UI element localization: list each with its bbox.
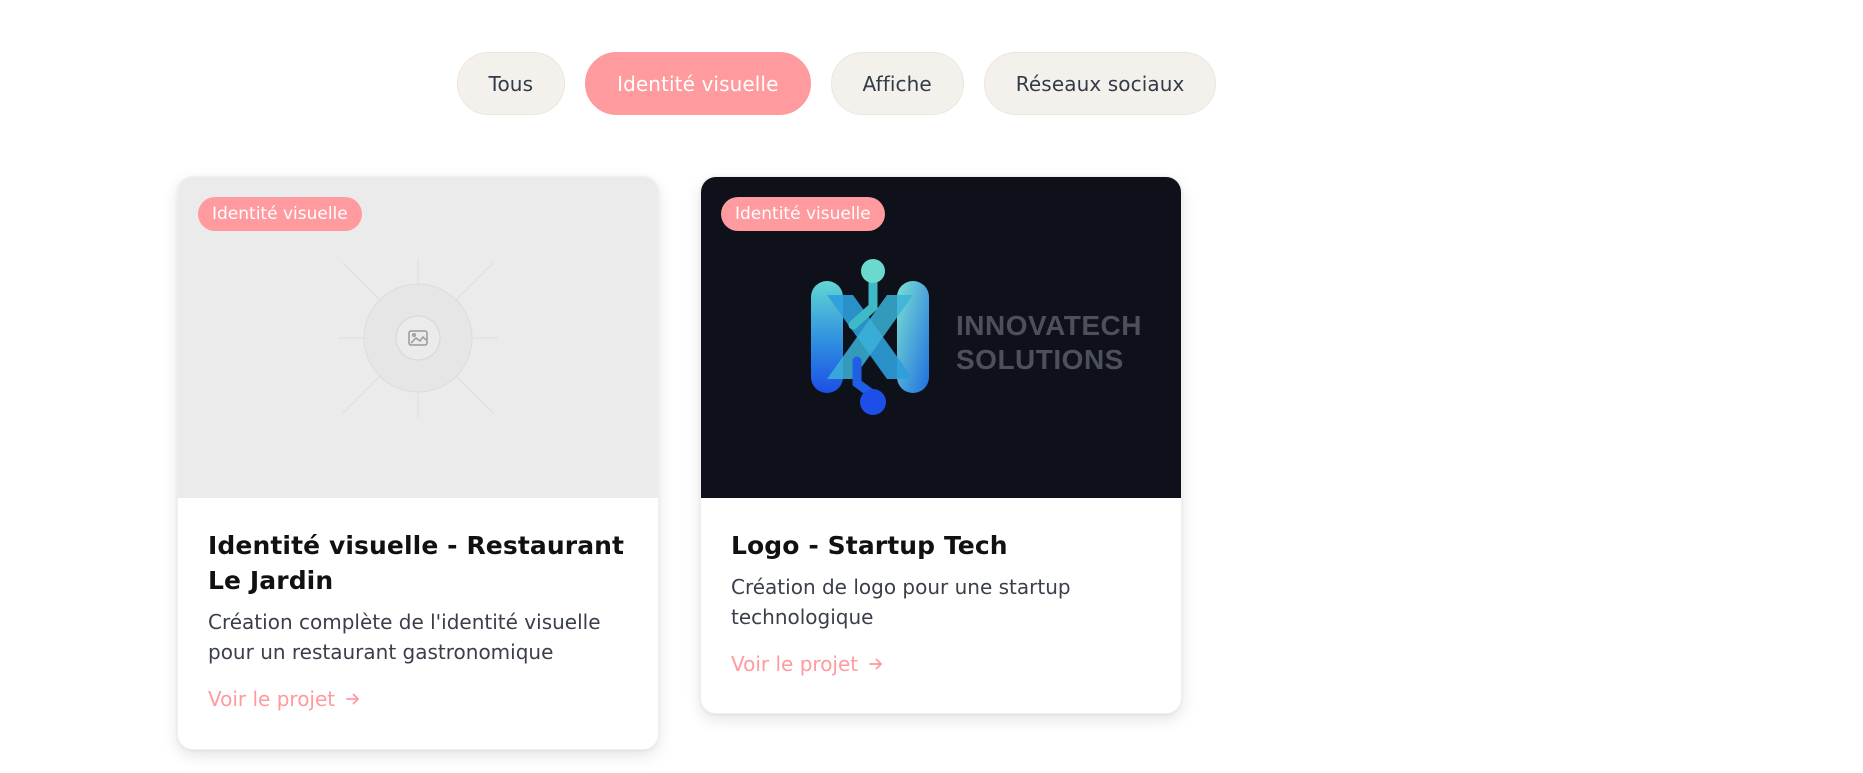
card-body: Identité visuelle - Restaurant Le Jardin…: [178, 498, 658, 711]
project-description: Création complète de l'identité visuelle…: [208, 610, 601, 664]
category-badge: Identité visuelle: [198, 197, 362, 231]
view-project-link[interactable]: Voir le projet: [731, 652, 884, 676]
brand-wordmark: INNOVATECH SOLUTIONS: [956, 309, 1142, 377]
card-body: Logo - Startup Tech Création de logo pou…: [701, 498, 1181, 676]
filter-reseaux-sociaux[interactable]: Réseaux sociaux: [983, 52, 1217, 115]
project-description: Création de logo pour une startup techno…: [731, 575, 1071, 629]
filter-identite-visuelle[interactable]: Identité visuelle: [585, 52, 811, 115]
filter-bar: Tous Identité visuelle Affiche Réseaux s…: [0, 52, 1863, 115]
filter-affiche[interactable]: Affiche: [830, 52, 964, 115]
project-title: Logo - Startup Tech: [731, 531, 1008, 560]
brand-line-1: INNOVATECH: [956, 310, 1142, 341]
project-card[interactable]: Identité visuelle INNOVATECH SOLUTIONS L…: [700, 176, 1182, 714]
project-card[interactable]: Identité visuelle Identité visuelle - Re…: [177, 176, 659, 750]
project-thumbnail: Identité visuelle: [701, 177, 1181, 498]
image-placeholder-icon: [338, 257, 498, 418]
brand-line-2: SOLUTIONS: [956, 344, 1124, 375]
category-badge: Identité visuelle: [721, 197, 885, 231]
view-project-label: Voir le projet: [208, 687, 336, 711]
view-project-label: Voir le projet: [731, 652, 859, 676]
project-title: Identité visuelle - Restaurant Le Jardin: [208, 531, 625, 595]
arrow-right-icon: [345, 691, 361, 707]
arrow-right-icon: [868, 656, 884, 672]
portfolio-page: Tous Identité visuelle Affiche Réseaux s…: [0, 0, 1863, 773]
filter-tous[interactable]: Tous: [456, 52, 566, 115]
project-thumbnail: Identité visuelle: [178, 177, 658, 498]
innovatech-logo-mark: [811, 259, 929, 415]
view-project-link[interactable]: Voir le projet: [208, 687, 361, 711]
